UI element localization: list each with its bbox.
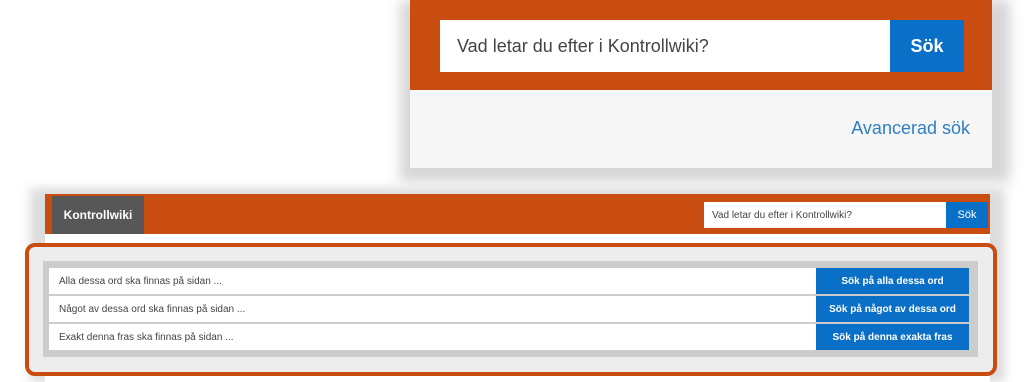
zoomed-search-input[interactable] bbox=[440, 20, 890, 72]
zoomed-search-bar: Sök bbox=[410, 0, 992, 90]
zoomed-search-button[interactable]: Sök bbox=[890, 20, 964, 72]
any-words-input[interactable] bbox=[49, 296, 816, 322]
search-all-words-button[interactable]: Sök på alla dessa ord bbox=[816, 268, 969, 294]
header-search-input[interactable] bbox=[704, 202, 946, 228]
advanced-search-link[interactable]: Avancerad sök bbox=[851, 118, 970, 139]
exact-phrase-input[interactable] bbox=[49, 324, 816, 350]
site-header: Kontrollwiki Sök bbox=[45, 194, 990, 234]
zoomed-search-panel: Sök Avancerad sök bbox=[410, 0, 992, 168]
all-words-input[interactable] bbox=[49, 268, 816, 294]
exact-phrase-row: Sök på denna exakta fras bbox=[49, 324, 969, 350]
header-search-button[interactable]: Sök bbox=[946, 202, 988, 228]
any-words-row: Sök på något av dessa ord bbox=[49, 296, 969, 322]
all-words-row: Sök på alla dessa ord bbox=[49, 268, 969, 294]
search-any-words-button[interactable]: Sök på något av dessa ord bbox=[816, 296, 969, 322]
advanced-search-highlight: Sök på alla dessa ord Sök på något av de… bbox=[25, 243, 997, 376]
site-logo[interactable]: Kontrollwiki bbox=[52, 196, 144, 234]
search-exact-phrase-button[interactable]: Sök på denna exakta fras bbox=[816, 324, 969, 350]
advanced-search-form: Sök på alla dessa ord Sök på något av de… bbox=[43, 261, 978, 357]
